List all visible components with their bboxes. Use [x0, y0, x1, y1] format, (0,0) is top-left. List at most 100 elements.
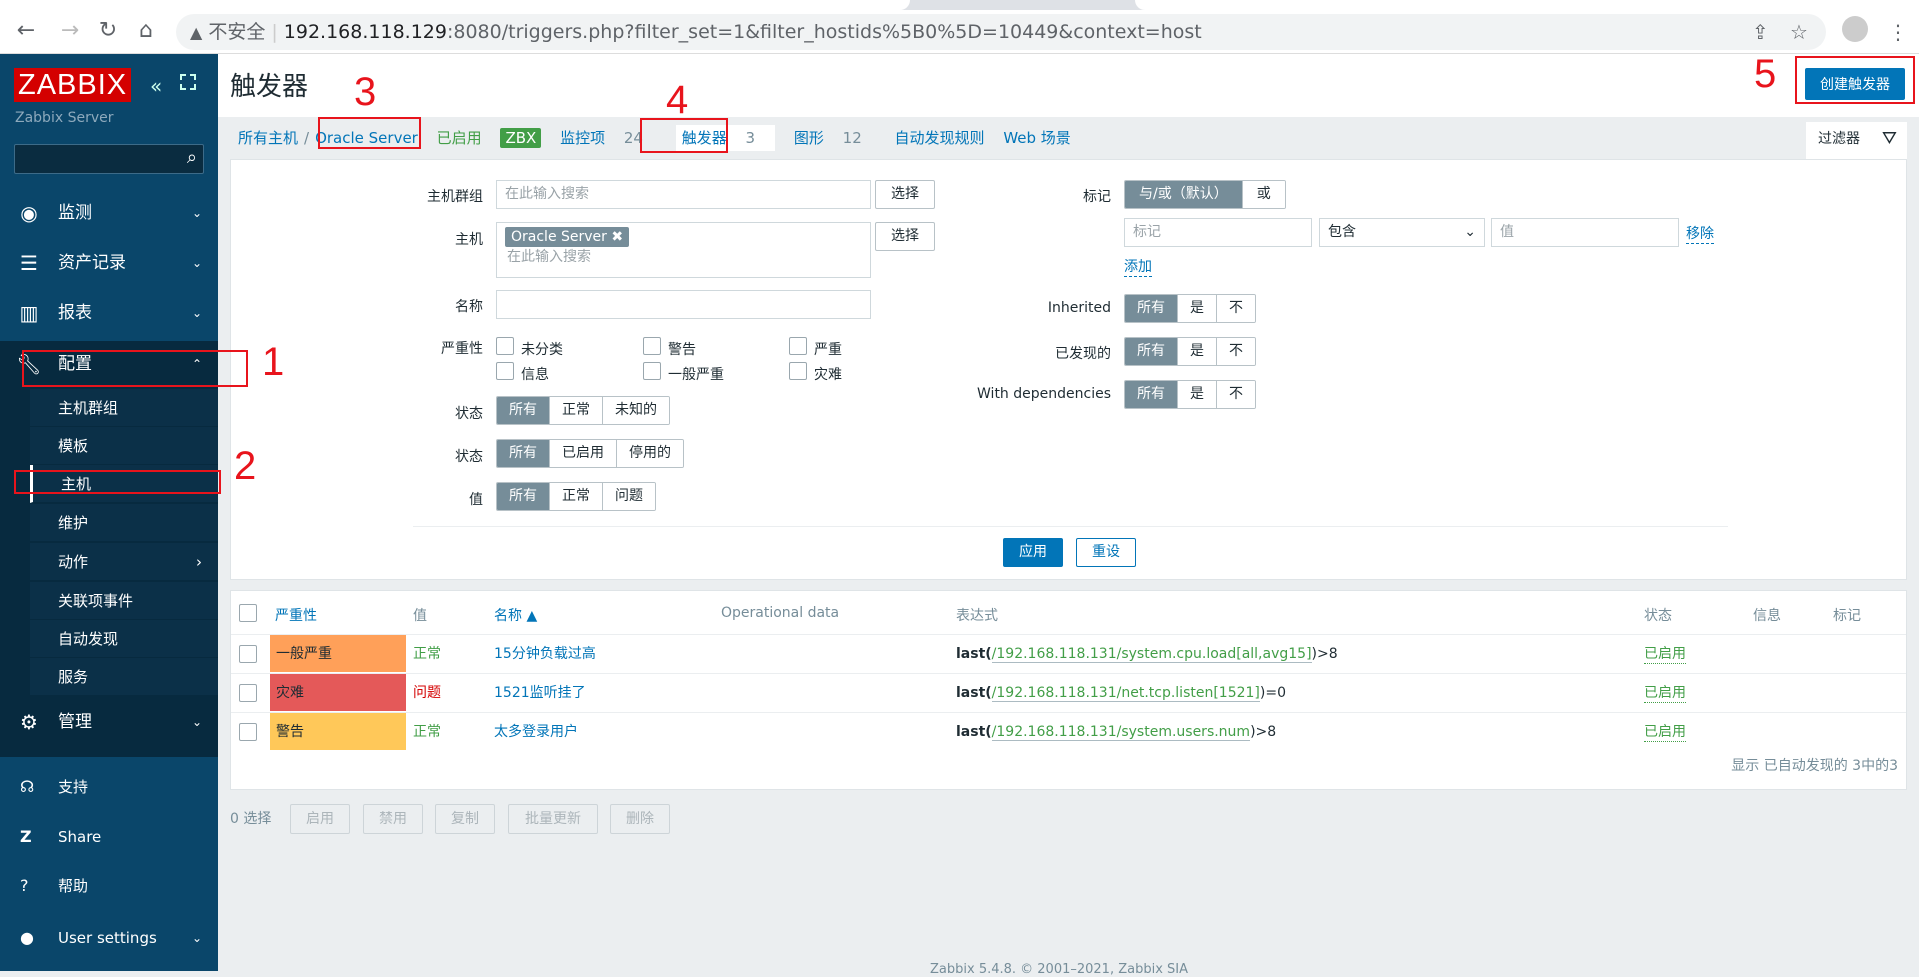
severity-cell: 警告: [270, 713, 406, 750]
annotation-box-5: [1795, 56, 1915, 104]
severity-disaster-checkbox[interactable]: [789, 362, 807, 380]
row-checkbox[interactable]: [239, 723, 257, 741]
submenu-services[interactable]: 服务: [30, 658, 218, 696]
severity-cell: 灾难: [270, 674, 406, 711]
annotation-number-5: 5: [1754, 52, 1777, 96]
sidebar-search-input[interactable]: ⌕: [14, 144, 204, 174]
item-key-link[interactable]: /192.168.118.131/net.tcp.listen[1521]: [991, 685, 1260, 702]
submenu-discovery[interactable]: 自动发现: [30, 620, 218, 658]
tab-discovery-rules[interactable]: 自动发现规则: [895, 129, 985, 147]
tags-evaltype-radio[interactable]: 与/或（默认）或: [1124, 180, 1286, 209]
trigger-name-link[interactable]: 15分钟负载过高: [494, 635, 596, 673]
discovered-radio-group[interactable]: 所有是不: [1124, 337, 1256, 366]
apply-button[interactable]: 应用: [1003, 538, 1063, 567]
zbx-availability-badge: ZBX: [500, 128, 542, 148]
submenu-templates[interactable]: 模板: [30, 427, 218, 465]
status-toggle-link[interactable]: 已启用: [1644, 684, 1686, 703]
disable-button[interactable]: 禁用: [363, 804, 423, 834]
submenu-host-groups[interactable]: 主机群组: [30, 389, 218, 427]
zabbix-logo[interactable]: ZABBIX: [14, 68, 132, 102]
host-status-enabled[interactable]: 已启用: [437, 129, 482, 147]
status-toggle-link[interactable]: 已启用: [1644, 723, 1686, 742]
breadcrumb-all-hosts[interactable]: 所有主机: [238, 129, 298, 147]
home-icon[interactable]: ⌂: [132, 18, 160, 43]
tab-graphs[interactable]: 图形 12: [794, 129, 876, 147]
tag-value-input[interactable]: 值: [1491, 218, 1679, 247]
menu-support[interactable]: ☊ 支持: [0, 767, 218, 807]
trigger-name-link[interactable]: 1521监听挂了: [494, 674, 586, 712]
trigger-name-link[interactable]: 太多登录用户: [494, 713, 578, 751]
profile-avatar[interactable]: [1842, 16, 1868, 42]
delete-button[interactable]: 删除: [610, 804, 670, 834]
server-name: Zabbix Server: [15, 110, 114, 126]
browser-menu-icon[interactable]: ⋮: [1888, 20, 1908, 44]
tag-operator-select[interactable]: 包含 ⌄: [1319, 218, 1485, 247]
status-radio-group[interactable]: 所有 已启用 停用的: [496, 439, 684, 468]
dependencies-radio-group[interactable]: 所有是不: [1124, 380, 1256, 409]
remove-chip-icon[interactable]: ✖: [611, 229, 623, 245]
menu-inventory[interactable]: ☰ 资产记录 ⌄: [0, 240, 218, 286]
host-select-button[interactable]: 选择: [875, 222, 935, 251]
headset-icon: ☊: [20, 777, 35, 796]
expression-cell: last(/192.168.118.131/net.tcp.listen[152…: [956, 685, 1287, 702]
copy-button[interactable]: 复制: [435, 804, 495, 834]
value-cell: 正常: [413, 646, 441, 662]
host-input[interactable]: Oracle Server ✖ 在此输入搜索: [496, 222, 871, 278]
severity-information-checkbox[interactable]: [496, 362, 514, 380]
search-icon[interactable]: ⌕: [187, 147, 197, 168]
mass-update-button[interactable]: 批量更新: [508, 804, 598, 834]
bookmark-star-icon[interactable]: ☆: [1790, 20, 1808, 44]
enable-button[interactable]: 启用: [290, 804, 350, 834]
reset-button[interactable]: 重设: [1076, 538, 1136, 567]
divider: [413, 526, 1728, 527]
address-bar[interactable]: ▲ 不安全 | 192.168.118.129:8080/triggers.php?…: [176, 14, 1826, 50]
tag-name-input[interactable]: 标记: [1124, 218, 1312, 247]
menu-share[interactable]: Z Share: [0, 817, 218, 857]
name-input[interactable]: [496, 290, 871, 319]
collapse-sidebar-icon[interactable]: «: [150, 74, 162, 98]
sort-severity[interactable]: 严重性: [275, 605, 317, 625]
tag-remove-link[interactable]: 移除: [1686, 223, 1714, 244]
severity-cell: 一般严重: [270, 635, 406, 672]
menu-monitoring[interactable]: ◉ 监测 ⌄: [0, 190, 218, 236]
list-icon: ☰: [20, 251, 38, 275]
share-icon[interactable]: ⇪: [1752, 20, 1769, 44]
item-key-link[interactable]: /192.168.118.131/system.cpu.load[all,avg…: [991, 646, 1312, 663]
submenu-event-correlation[interactable]: 关联项事件: [30, 582, 218, 620]
menu-reports[interactable]: ▥ 报表 ⌄: [0, 290, 218, 336]
help-icon: ?: [20, 876, 29, 895]
table-row: 灾难 问题 1521监听挂了 last(/192.168.118.131/net…: [231, 673, 1906, 711]
annotation-number-3: 3: [354, 70, 377, 114]
submenu-actions[interactable]: 动作 ›: [30, 543, 218, 581]
submenu-maintenance[interactable]: 维护: [30, 504, 218, 542]
expression-cell: last(/192.168.118.131/system.cpu.load[al…: [956, 646, 1338, 663]
menu-help[interactable]: ? 帮助: [0, 866, 218, 906]
tag-add-link[interactable]: 添加: [1124, 256, 1152, 277]
item-key-link[interactable]: /192.168.118.131/system.users.num: [991, 724, 1251, 741]
severity-high-checkbox[interactable]: [789, 337, 807, 355]
state-radio-group[interactable]: 所有 正常 未知的: [496, 396, 670, 425]
back-icon[interactable]: ←: [12, 18, 40, 43]
severity-average-checkbox[interactable]: [643, 362, 661, 380]
menu-user-settings[interactable]: ● User settings ⌄: [0, 918, 218, 958]
menu-administration[interactable]: ⚙ 管理 ⌄: [0, 699, 218, 745]
chevron-down-icon: ⌄: [191, 206, 202, 220]
row-checkbox[interactable]: [239, 645, 257, 663]
inherited-radio-group[interactable]: 所有是不: [1124, 294, 1256, 323]
severity-warning-checkbox[interactable]: [643, 337, 661, 355]
status-toggle-link[interactable]: 已启用: [1644, 645, 1686, 664]
sort-name[interactable]: 名称 ▲: [494, 605, 537, 625]
kiosk-mode-icon[interactable]: [180, 74, 196, 90]
chevron-down-icon: ⌄: [191, 931, 202, 945]
value-radio-group[interactable]: 所有 正常 问题: [496, 482, 656, 511]
reload-icon[interactable]: ↻: [94, 18, 122, 43]
row-checkbox[interactable]: [239, 684, 257, 702]
filter-tab[interactable]: 过滤器 ⛛: [1806, 122, 1907, 160]
severity-not-classified-checkbox[interactable]: [496, 337, 514, 355]
annotation-number-4: 4: [666, 78, 689, 122]
browser-toolbar: ← → ↻ ⌂ ▲ 不安全 | 192.168.118.129:8080/trigg…: [0, 10, 1919, 54]
forward-icon[interactable]: →: [56, 18, 84, 43]
host-group-input[interactable]: 在此输入搜索: [496, 180, 871, 209]
select-all-checkbox[interactable]: [239, 604, 257, 622]
tab-web-scenarios[interactable]: Web 场景: [1003, 129, 1070, 147]
